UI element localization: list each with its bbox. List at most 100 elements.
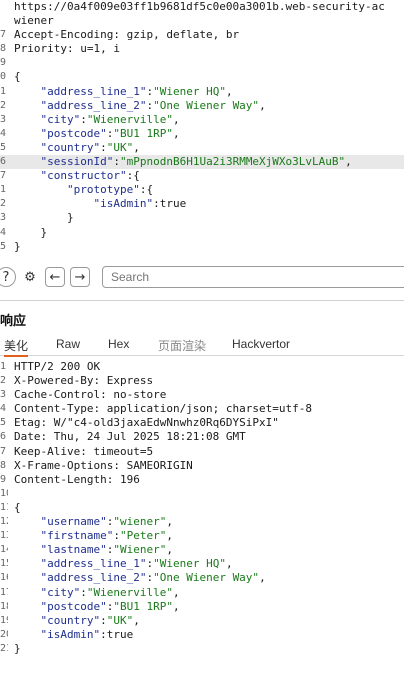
code-line: 14 "lastname":"Wiener", bbox=[0, 543, 404, 557]
line-text: { bbox=[14, 70, 21, 84]
code-line: 10 bbox=[0, 487, 404, 501]
line-number: 1 bbox=[0, 361, 7, 372]
gear-icon[interactable]: ⚙ bbox=[20, 267, 40, 287]
line-number: 21 bbox=[0, 642, 8, 654]
code-line: 3 Cache-Control: no-store bbox=[0, 388, 404, 402]
tab-render[interactable]: 页面渲染 bbox=[158, 337, 206, 354]
line-text: https://0a4f009e03ff1b9681df5c0e00a3001b… bbox=[14, 0, 385, 13]
response-viewer[interactable]: 1 HTTP/2 200 OK 2 X-Powered-By: Express 3 Cac… bbox=[0, 360, 404, 656]
line-number: 3 bbox=[0, 113, 7, 125]
response-panel-title: 响应 bbox=[0, 314, 27, 329]
code-line: 4 Content-Type: application/json; charset… bbox=[0, 402, 404, 416]
line-text: X-Frame-Options: SAMEORIGIN bbox=[14, 458, 193, 472]
code-line: 4 "postcode":"BU1 1RP", bbox=[0, 127, 404, 141]
tab-hackvertor[interactable]: Hackvertor bbox=[232, 337, 290, 351]
line-number: 1 bbox=[0, 184, 7, 196]
line-text: "address_line_1":"Wiener HQ", bbox=[40, 557, 233, 571]
code-line: 7 Keep-Alive: timeout=5 bbox=[0, 445, 404, 459]
code-line: 13 "firstname":"Peter", bbox=[0, 529, 404, 543]
line-text: "address_line_2":"One Wiener Way", bbox=[40, 98, 266, 112]
back-arrow-icon[interactable]: ← bbox=[45, 267, 65, 287]
line-text: "country":"UK", bbox=[40, 613, 140, 627]
line-number: 3 bbox=[0, 212, 7, 224]
response-tabs: 美化 Raw Hex 页面渲染 Hackvertor bbox=[0, 335, 404, 357]
line-number: 1 bbox=[0, 85, 7, 97]
line-number: 13 bbox=[0, 530, 8, 542]
line-number: 0 bbox=[0, 71, 7, 83]
line-number: 11 bbox=[0, 501, 8, 513]
line-number: 7 bbox=[0, 29, 7, 41]
code-line: 18 "postcode":"BU1 1RP", bbox=[0, 600, 404, 614]
code-line: 1 "address_line_1":"Wiener HQ", bbox=[0, 85, 404, 99]
line-number: 6 bbox=[0, 431, 7, 443]
line-text: Etag: W/"c4-old3jaxaEdwNnwhz0Rq6DYSiPxI" bbox=[14, 416, 279, 430]
tab-pretty[interactable]: 美化 bbox=[4, 337, 29, 357]
code-line: 5} bbox=[0, 240, 404, 254]
line-text: Content-Length: 196 bbox=[14, 472, 140, 486]
line-text: "sessionId":"mPpnodnB6H1Ua2i3RMMeXjWXo3L… bbox=[40, 155, 352, 169]
line-number: 19 bbox=[0, 614, 8, 626]
code-line: https://0a4f009e03ff1b9681df5c0e00a3001b… bbox=[0, 0, 404, 14]
line-number: 2 bbox=[0, 99, 7, 111]
code-line: 6 "sessionId":"mPpnodnB6H1Ua2i3RMMeXjWXo… bbox=[0, 155, 404, 170]
code-line: 21} bbox=[0, 642, 404, 656]
line-number: 4 bbox=[0, 127, 7, 139]
request-editor[interactable]: https://0a4f009e03ff1b9681df5c0e00a3001b… bbox=[0, 0, 404, 254]
code-line: 2 "isAdmin":true bbox=[0, 197, 404, 211]
line-text: { bbox=[14, 500, 21, 514]
line-text: "prototype":{ bbox=[66, 183, 154, 197]
line-number: 9 bbox=[0, 57, 7, 69]
tab-hex[interactable]: Hex bbox=[108, 337, 129, 351]
message-toolbar: ? ⚙ ← → bbox=[0, 262, 404, 292]
line-text: } bbox=[14, 239, 21, 253]
line-number: 14 bbox=[0, 544, 8, 556]
line-number: 7 bbox=[0, 445, 7, 457]
code-line: 6 Date: Thu, 24 Jul 2025 18:21:08 GMT bbox=[0, 430, 404, 444]
code-line: 8 Priority: u=1, i bbox=[0, 42, 404, 56]
panel-divider bbox=[0, 300, 404, 301]
line-text: Date: Thu, 24 Jul 2025 18:21:08 GMT bbox=[14, 430, 246, 444]
line-number: 5 bbox=[0, 417, 7, 429]
code-line: 19 "country":"UK", bbox=[0, 614, 404, 628]
line-text: Cache-Control: no-store bbox=[14, 388, 167, 402]
line-number: 18 bbox=[0, 600, 8, 612]
line-number: 9 bbox=[0, 473, 7, 485]
line-number: 4 bbox=[0, 403, 7, 415]
code-line: 3 "city":"Wienerville", bbox=[0, 113, 404, 127]
forward-arrow-icon[interactable]: → bbox=[70, 267, 90, 287]
line-text: "firstname":"Peter", bbox=[40, 529, 173, 543]
line-text: Priority: u=1, i bbox=[14, 42, 120, 56]
code-line: 9 bbox=[0, 56, 404, 70]
tab-raw[interactable]: Raw bbox=[56, 337, 80, 351]
code-line: 2 X-Powered-By: Express bbox=[0, 374, 404, 388]
line-number: 2 bbox=[0, 198, 7, 210]
line-text: "username":"wiener", bbox=[40, 515, 173, 529]
line-number: 15 bbox=[0, 558, 8, 570]
line-text: wiener bbox=[14, 14, 54, 28]
line-number: 20 bbox=[0, 628, 8, 640]
code-line: 20 "isAdmin":true bbox=[0, 628, 404, 642]
line-number: 4 bbox=[0, 226, 7, 238]
line-number: 12 bbox=[0, 516, 8, 528]
code-line: 16 "address_line_2":"One Wiener Way", bbox=[0, 571, 404, 585]
line-text: Content-Type: application/json; charset=… bbox=[14, 402, 313, 416]
code-line: 9 Content-Length: 196 bbox=[0, 473, 404, 487]
line-text: "city":"Wienerville", bbox=[40, 585, 180, 599]
line-number: 5 bbox=[0, 240, 7, 252]
code-line: wiener bbox=[0, 14, 404, 28]
line-number: 3 bbox=[0, 389, 7, 401]
search-input[interactable] bbox=[102, 266, 404, 288]
code-line: 4 } bbox=[0, 226, 404, 240]
code-line: 15 "address_line_1":"Wiener HQ", bbox=[0, 557, 404, 571]
line-number: 8 bbox=[0, 459, 7, 471]
code-line: 12 "username":"wiener", bbox=[0, 515, 404, 529]
help-icon[interactable]: ? bbox=[0, 267, 16, 287]
line-text: "constructor":{ bbox=[40, 169, 140, 183]
line-number: 8 bbox=[0, 43, 7, 55]
line-text: } bbox=[14, 225, 48, 239]
code-line: 17 "city":"Wienerville", bbox=[0, 586, 404, 600]
code-line: 1 "prototype":{ bbox=[0, 183, 404, 197]
line-number: 2 bbox=[0, 375, 7, 387]
code-line: 7 Accept-Encoding: gzip, deflate, br bbox=[0, 28, 404, 42]
line-number: 17 bbox=[0, 586, 8, 598]
